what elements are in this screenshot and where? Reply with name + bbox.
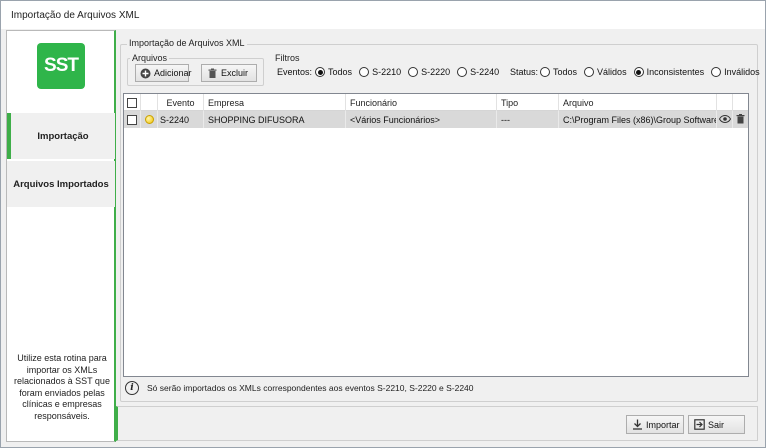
status-validos-radio[interactable]: Válidos <box>584 67 627 77</box>
column-header-arquivo[interactable]: Arquivo <box>559 94 717 111</box>
status-label: Status: <box>510 67 539 77</box>
status-filter: Status: Todos Válidos Inconsistentes Inv… <box>510 67 760 77</box>
download-icon <box>632 419 643 430</box>
column-header-tipo[interactable]: Tipo <box>497 94 559 111</box>
status-invalidos-radio[interactable]: Inválidos <box>711 67 760 77</box>
row-checkbox[interactable] <box>127 114 137 125</box>
trash-icon[interactable] <box>736 113 745 126</box>
radio-label: Todos <box>553 67 578 77</box>
grid-header: Evento Empresa Funcionário Tipo Arquivo <box>124 94 748 111</box>
select-all-checkbox[interactable] <box>127 97 137 108</box>
radio-label: S-2210 <box>372 67 402 77</box>
eventos-s2220-radio[interactable]: S-2220 <box>408 67 450 77</box>
status-inconsistentes-radio[interactable]: Inconsistentes <box>633 67 705 77</box>
radio-label: Válidos <box>597 67 627 77</box>
radio-button[interactable] <box>540 67 551 77</box>
cell-arquivo: C:\Program Files (x86)\Group Software\..… <box>559 111 717 128</box>
row-status-cell <box>141 111 158 128</box>
eye-icon[interactable] <box>718 114 731 125</box>
exit-button-label: Sair <box>708 419 725 430</box>
sidebar-item-label: Arquivos Importados <box>13 178 109 190</box>
cell-tipo: --- <box>497 111 559 128</box>
radio-button[interactable] <box>315 67 326 77</box>
sidebar-item-importacao[interactable]: Importação <box>7 113 115 159</box>
import-button-label: Importar <box>646 419 680 430</box>
radio-label: Inválidos <box>724 67 760 77</box>
table-row[interactable]: S-2240 SHOPPING DIFUSORA <Vários Funcion… <box>124 111 748 128</box>
files-grid: Evento Empresa Funcionário Tipo Arquivo … <box>123 93 749 377</box>
radio-button[interactable] <box>359 67 370 77</box>
column-header-funcionario[interactable]: Funcionário <box>346 94 497 111</box>
select-all-cell <box>124 94 141 111</box>
cell-evento: S-2240 <box>158 111 204 128</box>
cell-funcionario: <Vários Funcionários> <box>346 111 497 128</box>
delete-button[interactable]: Excluir <box>201 64 257 82</box>
eventos-s2240-radio[interactable]: S-2240 <box>457 67 499 77</box>
window-title: Importação de Arquivos XML <box>11 9 140 21</box>
radio-label: S-2240 <box>470 67 500 77</box>
eventos-label: Eventos: <box>277 67 313 77</box>
cell-empresa: SHOPPING DIFUSORA <box>204 111 346 128</box>
view-column-header <box>717 94 733 111</box>
add-icon <box>140 68 151 79</box>
delete-column-header <box>733 94 748 111</box>
radio-button[interactable] <box>584 67 595 77</box>
radio-button[interactable] <box>711 67 722 77</box>
eventos-filter: Eventos: Todos S-2210 S-2220 S-2240 <box>277 67 506 77</box>
status-column-header <box>141 94 158 111</box>
sidebar-item-arquivos-importados[interactable]: Arquivos Importados <box>7 161 115 207</box>
radio-label: Inconsistentes <box>646 67 705 77</box>
import-group-title: Importação de Arquivos XML <box>127 38 247 48</box>
add-button[interactable]: Adicionar <box>135 64 192 82</box>
column-header-empresa[interactable]: Empresa <box>204 94 346 111</box>
filtros-group-title: Filtros <box>273 53 302 63</box>
sst-logo: SST <box>37 43 85 89</box>
trash-icon <box>207 68 218 79</box>
delete-cell <box>733 111 748 128</box>
status-todos-radio[interactable]: Todos <box>540 67 577 77</box>
sidebar-item-label: Importação <box>37 130 89 142</box>
radio-label: S-2220 <box>421 67 451 77</box>
view-cell <box>717 111 733 128</box>
sidebar: SST Importação Arquivos Importados Utili… <box>6 30 116 442</box>
column-header-evento[interactable]: Evento <box>158 94 204 111</box>
radio-button[interactable] <box>633 67 644 77</box>
delete-button-label: Excluir <box>221 68 249 78</box>
title-bar: Importação de Arquivos XML <box>1 1 765 29</box>
info-text: Só serão importados os XMLs corresponden… <box>147 383 474 393</box>
row-select-cell <box>124 111 141 128</box>
warning-status-icon <box>144 115 154 124</box>
eventos-todos-radio[interactable]: Todos <box>315 67 352 77</box>
import-button[interactable]: Importar <box>626 415 684 434</box>
radio-button[interactable] <box>408 67 419 77</box>
sidebar-help-text: Utilize esta rotina para importar os XML… <box>14 353 110 421</box>
eventos-s2210-radio[interactable]: S-2210 <box>359 67 401 77</box>
radio-label: Todos <box>328 67 353 77</box>
arquivos-group-title: Arquivos <box>130 53 170 63</box>
add-button-label: Adicionar <box>154 68 192 78</box>
exit-button[interactable]: Sair <box>688 415 745 434</box>
info-icon: i <box>125 381 139 395</box>
radio-button[interactable] <box>457 67 468 77</box>
info-line: i Só serão importados os XMLs correspond… <box>125 381 474 395</box>
exit-icon <box>694 419 705 430</box>
